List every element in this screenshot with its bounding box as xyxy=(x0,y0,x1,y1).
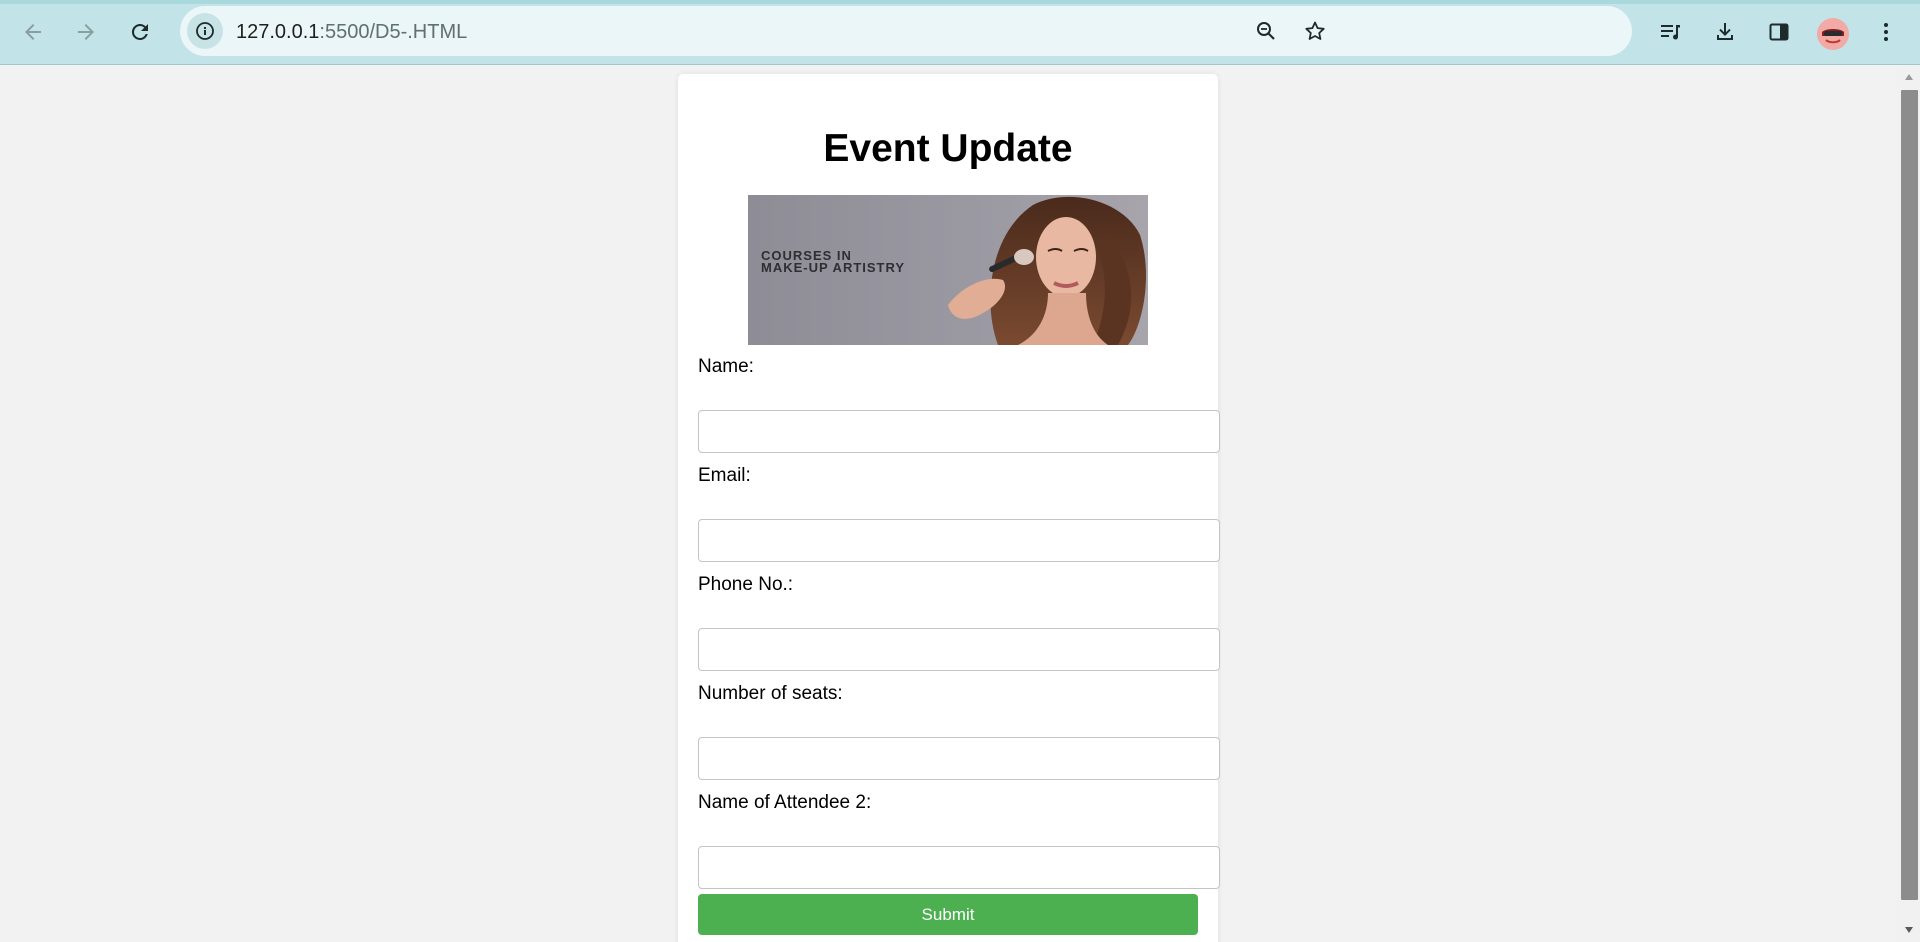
bookmark-button[interactable] xyxy=(1295,11,1335,51)
download-icon xyxy=(1717,23,1733,40)
submit-button[interactable]: Submit xyxy=(698,894,1198,935)
downloads-button[interactable] xyxy=(1705,12,1745,52)
email-label: Email: xyxy=(698,465,751,486)
page-viewport: Event Update COURSES IN MAKE-UP ARTISTRY… xyxy=(0,65,1897,942)
url-text[interactable]: 127.0.0.1:5500/D5-.HTML xyxy=(236,21,467,44)
url-host: 127.0.0.1 xyxy=(236,21,320,43)
side-panel-icon xyxy=(1769,23,1789,41)
scroll-up-button[interactable] xyxy=(1897,68,1920,86)
scroll-down-button[interactable] xyxy=(1897,921,1920,939)
event-form-card: Event Update COURSES IN MAKE-UP ARTISTRY… xyxy=(678,74,1220,942)
zoom-button[interactable] xyxy=(1246,11,1286,51)
back-button[interactable] xyxy=(13,12,53,52)
media-controls-button[interactable] xyxy=(1651,12,1691,52)
arrow-left-icon xyxy=(25,24,41,40)
scroll-thumb[interactable] xyxy=(1901,90,1918,900)
banner-image: COURSES IN MAKE-UP ARTISTRY xyxy=(748,195,1148,345)
side-panel-button[interactable] xyxy=(1759,12,1799,52)
banner-caption: COURSES IN MAKE-UP ARTISTRY xyxy=(761,249,906,275)
browser-toolbar: 127.0.0.1:5500/D5-.HTML xyxy=(0,0,1920,65)
name-input[interactable] xyxy=(698,410,1220,453)
page-scrollbar[interactable] xyxy=(1897,65,1920,942)
forward-button[interactable] xyxy=(66,12,106,52)
arrow-right-icon xyxy=(78,24,94,40)
attendee2-label: Name of Attendee 2: xyxy=(698,792,872,813)
profile-avatar-icon xyxy=(1817,18,1849,50)
url-path: :5500/D5-.HTML xyxy=(319,21,468,43)
email-input[interactable] xyxy=(698,519,1220,562)
avatar[interactable] xyxy=(1817,18,1849,50)
page-title: Event Update xyxy=(823,127,1073,170)
more-vert-icon xyxy=(1884,23,1888,41)
triangle-down-icon xyxy=(1904,927,1913,933)
attendee2-input[interactable] xyxy=(698,846,1220,889)
phone-label: Phone No.: xyxy=(698,574,794,595)
reload-button[interactable] xyxy=(120,12,160,52)
banner-caption-line2: MAKE-UP ARTISTRY xyxy=(761,260,906,275)
media-controls-icon xyxy=(1661,25,1680,40)
phone-input[interactable] xyxy=(698,628,1220,671)
seats-input[interactable] xyxy=(698,737,1220,780)
seats-label: Number of seats: xyxy=(698,683,843,704)
triangle-up-icon xyxy=(1904,74,1913,80)
star-icon xyxy=(1305,21,1325,40)
name-label: Name: xyxy=(698,356,754,377)
browser-menu-button[interactable] xyxy=(1866,12,1906,52)
reload-icon xyxy=(131,23,148,40)
zoom-icon xyxy=(1257,22,1275,40)
info-icon xyxy=(196,22,214,40)
address-bar[interactable]: 127.0.0.1:5500/D5-.HTML xyxy=(180,6,1632,56)
site-info-button[interactable] xyxy=(187,13,223,49)
